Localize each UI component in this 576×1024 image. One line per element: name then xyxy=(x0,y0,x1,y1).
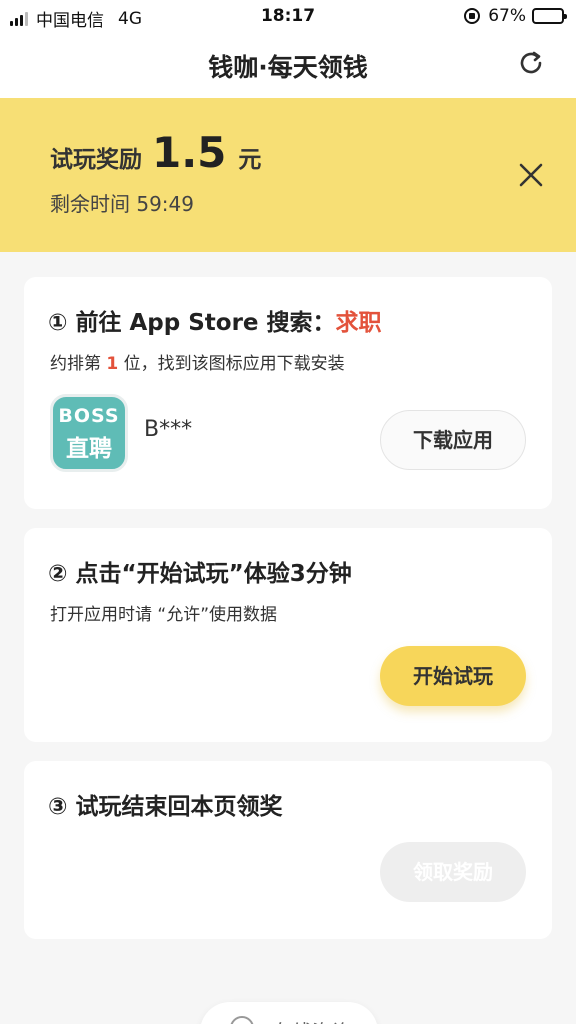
rank-number: 1 xyxy=(106,354,119,374)
app-icon-line1: BOSS xyxy=(58,405,120,427)
step1-title-prefix: ① 前往 App Store 搜索： xyxy=(48,310,336,336)
app-name: B*** xyxy=(144,417,193,442)
rank-prefix: 约排第 xyxy=(50,354,101,374)
reward-banner: 试玩奖励 1.5 元 剩余时间 59:49 xyxy=(0,98,576,252)
status-bar: 中国电信 4G 18:17 67% xyxy=(0,0,576,34)
battery-percent: 67% xyxy=(488,6,526,26)
reward-unit: 元 xyxy=(238,147,262,173)
step2-card: ② 点击“开始试玩”体验3分钟 打开应用时请 “允许”使用数据 开始试玩 xyxy=(24,528,552,742)
download-app-button[interactable]: 下载应用 xyxy=(380,410,526,470)
step3-card: ③ 试玩结束回本页领奖 领取奖励 xyxy=(24,761,552,939)
refresh-icon[interactable] xyxy=(516,48,546,78)
step3-title: ③ 试玩结束回本页领奖 xyxy=(48,794,283,820)
reward-label: 试玩奖励 xyxy=(50,147,142,173)
nav-bar: 钱咖·每天领钱 xyxy=(0,34,576,98)
app-icon: BOSS 直聘 xyxy=(50,394,128,472)
step1-title: ① 前往 App Store 搜索：求职 xyxy=(48,303,382,337)
countdown-value: 59:49 xyxy=(136,192,194,216)
step1-subtitle: 约排第 1 位，找到该图标应用下载安装 xyxy=(50,349,345,374)
online-consult-button[interactable]: 在线咨询 xyxy=(200,1002,378,1024)
online-consult-label: 在线咨询 xyxy=(272,1016,352,1024)
search-keyword: 求职 xyxy=(335,310,382,336)
chat-icon xyxy=(230,1016,254,1024)
page-title: 钱咖·每天领钱 xyxy=(208,53,368,82)
reward-line: 试玩奖励 1.5 元 xyxy=(50,128,261,177)
countdown: 剩余时间 59:49 xyxy=(50,188,194,217)
countdown-label: 剩余时间 xyxy=(50,192,130,216)
start-trial-button[interactable]: 开始试玩 xyxy=(380,646,526,706)
rank-suffix: 位，找到该图标应用下载安装 xyxy=(123,354,345,374)
app-icon-line2: 直聘 xyxy=(66,436,112,462)
reward-amount: 1.5 xyxy=(152,128,227,177)
rotation-lock-icon xyxy=(464,8,481,24)
step2-title: ② 点击“开始试玩”体验3分钟 xyxy=(48,561,352,587)
step2-subtitle: 打开应用时请 “允许”使用数据 xyxy=(50,605,278,625)
status-right: 67% xyxy=(464,6,567,26)
step1-card: ① 前往 App Store 搜索：求职 约排第 1 位，找到该图标应用下载安装… xyxy=(24,277,552,509)
claim-reward-button[interactable]: 领取奖励 xyxy=(380,842,526,902)
battery-icon xyxy=(532,8,567,24)
close-icon[interactable] xyxy=(518,162,544,188)
